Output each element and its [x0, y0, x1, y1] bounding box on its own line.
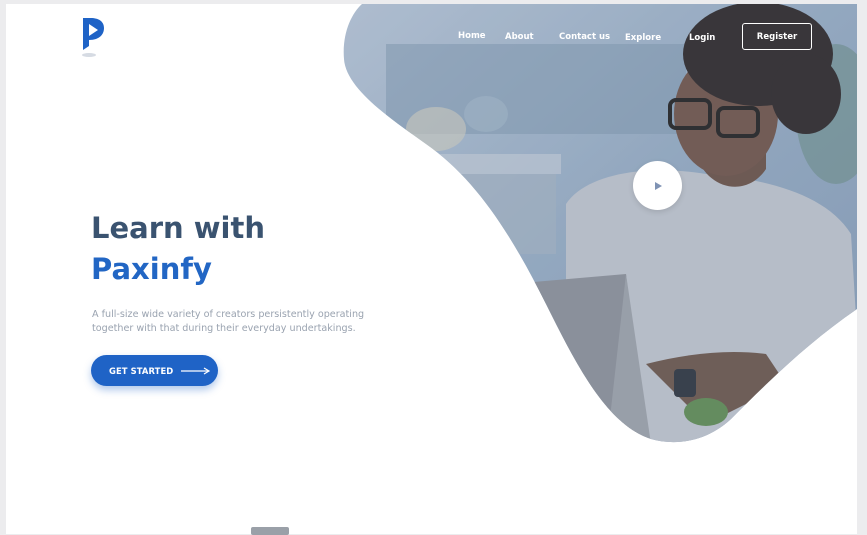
hero-title-line2: Paxinfy	[91, 252, 212, 286]
nav-explore[interactable]: Explore	[625, 33, 661, 43]
nav-about[interactable]: About	[505, 32, 534, 42]
get-started-button[interactable]: GET STARTED	[91, 355, 218, 386]
play-video-button[interactable]	[633, 161, 682, 210]
register-button[interactable]: Register	[742, 23, 812, 50]
arrow-right-icon	[181, 366, 211, 375]
nav-home[interactable]: Home	[458, 31, 486, 41]
get-started-label: GET STARTED	[109, 365, 174, 376]
play-icon	[654, 181, 662, 190]
hero-description: A full-size wide variety of creators per…	[92, 309, 365, 334]
paxinfy-logo-icon[interactable]	[80, 16, 106, 60]
hero-title-line1: Learn with	[91, 211, 265, 245]
register-label: Register	[756, 31, 798, 42]
landing-page: Home About Contact us Explore Login Regi…	[6, 4, 857, 534]
nav-login[interactable]: Login	[689, 33, 715, 43]
nav-contact-us[interactable]: Contact us	[559, 32, 610, 42]
